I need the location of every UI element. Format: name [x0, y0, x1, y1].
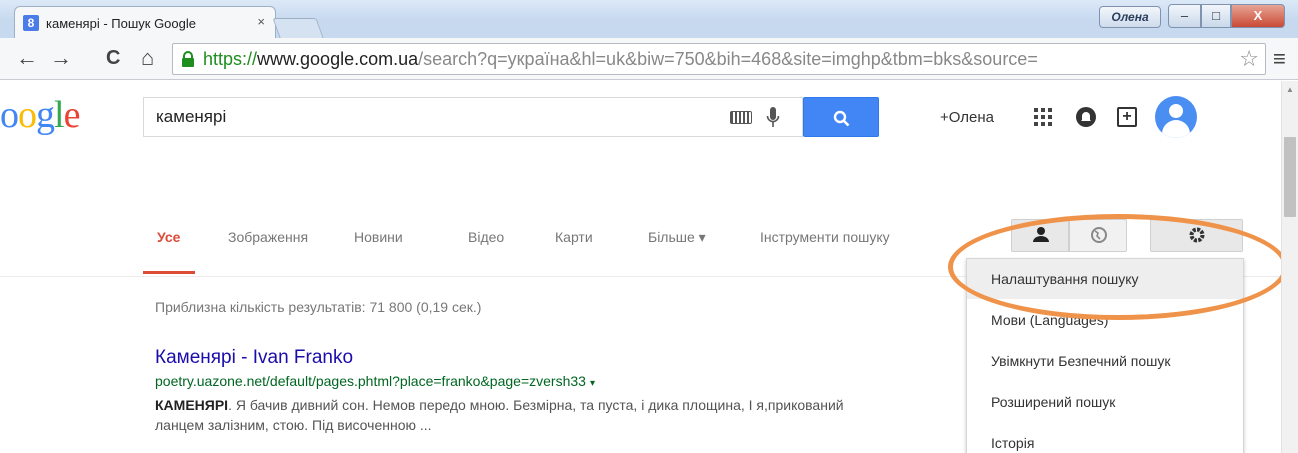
tab-all[interactable]: Усе — [157, 229, 180, 245]
tab-images[interactable]: Зображення — [228, 229, 308, 245]
home-icon[interactable]: ⌂ — [141, 47, 154, 69]
settings-dropdown-menu: Налаштування пошуку Мови (Languages) Уві… — [966, 258, 1244, 453]
results-stats: Приблизна кількість результатів: 71 800 … — [155, 299, 482, 315]
microphone-icon[interactable] — [766, 106, 780, 130]
url-path: /search?q=україна&hl=uk&biw=750&bih=468&… — [418, 49, 1038, 69]
settings-gear-button[interactable] — [1150, 219, 1243, 252]
snippet-highlight: КАМЕНЯРІ — [155, 397, 229, 413]
share-plus-icon[interactable]: + — [1117, 107, 1137, 127]
browser-toolbar: ← → C ⌂ https://www.google.com.ua/search… — [0, 38, 1298, 80]
result-options-caret-icon[interactable]: ▾ — [590, 378, 595, 389]
profile-name-button[interactable]: Олена — [1099, 6, 1161, 28]
active-tab-underline — [143, 271, 195, 274]
tab-search-tools[interactable]: Інструменти пошуку — [760, 229, 890, 245]
google-favicon-icon: 8 — [23, 15, 39, 31]
tab-maps[interactable]: Карти — [555, 229, 593, 245]
result-snippet: КАМЕНЯРІ. Я бачив дивний сон. Немов пере… — [155, 395, 855, 435]
maximize-button[interactable]: □ — [1201, 4, 1231, 28]
logo-letter: e — [63, 94, 81, 136]
person-icon — [1033, 227, 1049, 242]
search-input[interactable] — [156, 106, 716, 128]
avatar-head — [1169, 104, 1183, 118]
personal-results-button[interactable] — [1011, 219, 1069, 252]
keyboard-icon[interactable] — [730, 111, 752, 124]
lock-icon — [182, 51, 194, 67]
avatar[interactable] — [1155, 96, 1197, 138]
google-results-page: oogle +Олена + Усе Зображення Новини Від… — [0, 81, 1298, 453]
menu-item-history[interactable]: Історія — [967, 423, 1243, 453]
scroll-up-arrow-icon[interactable]: ▲ — [1286, 85, 1294, 94]
tab-news[interactable]: Новини — [354, 229, 403, 245]
logo-letter: o — [0, 94, 19, 136]
apps-grid-icon[interactable] — [1034, 108, 1052, 126]
scrollbar-thumb[interactable] — [1284, 137, 1296, 217]
search-icon — [833, 110, 850, 127]
menu-item-languages[interactable]: Мови (Languages) — [967, 300, 1243, 340]
url-text: https://www.google.com.ua/search?q=украї… — [203, 49, 1038, 70]
snippet-text: . Я бачив дивний сон. Немов передо мною.… — [155, 397, 844, 433]
url-host: www.google.com.ua — [257, 49, 419, 69]
tab-close-icon[interactable]: × — [257, 14, 265, 29]
google-logo[interactable]: oogle — [0, 93, 81, 137]
logo-letter: g — [36, 94, 55, 136]
plus-user-link[interactable]: +Олена — [940, 109, 994, 126]
window-titlebar: 8 каменярі - Пошук Google × Олена – □ X — [0, 0, 1298, 38]
result-title-link[interactable]: Каменярі - Ivan Franko — [155, 347, 875, 369]
notifications-bell-icon[interactable] — [1076, 107, 1096, 127]
globe-icon — [1091, 227, 1107, 243]
tab-videos[interactable]: Відео — [468, 229, 504, 245]
result-url: poetry.uazone.net/default/pages.phtml?pl… — [155, 370, 875, 395]
avatar-body — [1162, 120, 1190, 138]
close-window-button[interactable]: X — [1231, 4, 1285, 28]
global-results-button[interactable] — [1069, 219, 1127, 252]
menu-item-advanced-search[interactable]: Розширений пошук — [967, 382, 1243, 422]
menu-item-safesearch[interactable]: Увімкнути Безпечний пошук — [967, 341, 1243, 381]
vertical-scrollbar[interactable]: ▲ — [1281, 81, 1298, 453]
gear-icon — [1189, 227, 1205, 243]
forward-arrow-icon[interactable]: → — [50, 47, 72, 69]
address-bar[interactable]: https://www.google.com.ua/search?q=украї… — [172, 43, 1266, 75]
menu-item-search-settings[interactable]: Налаштування пошуку — [967, 259, 1243, 299]
search-button[interactable] — [803, 97, 879, 137]
search-box — [143, 97, 803, 137]
url-scheme: https:// — [203, 49, 258, 69]
result-url-text: poetry.uazone.net/default/pages.phtml?pl… — [155, 373, 586, 389]
reload-icon[interactable]: C — [106, 47, 120, 69]
tab-more[interactable]: Більше ▾ — [648, 229, 706, 246]
new-tab-button[interactable] — [272, 18, 324, 38]
minimize-button[interactable]: – — [1168, 4, 1201, 28]
browser-tab[interactable]: 8 каменярі - Пошук Google × — [14, 6, 276, 38]
search-result: Каменярі - Ivan Franko poetry.uazone.net… — [155, 347, 875, 435]
logo-letter: l — [54, 94, 65, 136]
tab-title: каменярі - Пошук Google — [46, 16, 196, 31]
logo-letter: o — [18, 94, 37, 136]
bookmark-star-icon[interactable]: ☆ — [1239, 48, 1259, 70]
back-arrow-icon[interactable]: ← — [16, 47, 38, 69]
browser-menu-icon[interactable]: ≡ — [1273, 48, 1286, 70]
